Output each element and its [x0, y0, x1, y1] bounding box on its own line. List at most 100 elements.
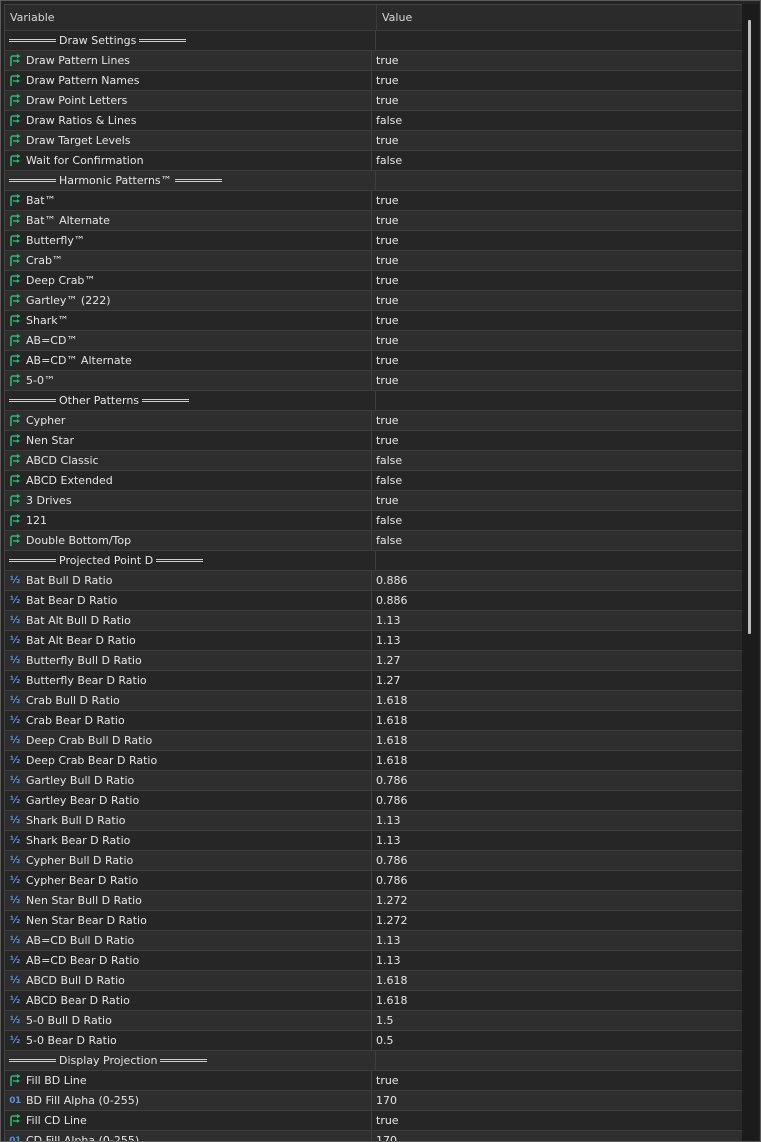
value-cell[interactable]: true	[372, 211, 742, 230]
input-row[interactable]: ½ Crab Bear D Ratio 1.618	[5, 711, 742, 731]
input-row[interactable]: ½ AB=CD Bear D Ratio 1.13	[5, 951, 742, 971]
input-row[interactable]: ½ Bat Alt Bear D Ratio 1.13	[5, 631, 742, 651]
value-cell[interactable]: true	[372, 491, 742, 510]
value-cell[interactable]: true	[372, 311, 742, 330]
input-row[interactable]: ½ Bat Bear D Ratio 0.886	[5, 591, 742, 611]
input-row[interactable]: Shark™ true	[5, 311, 742, 331]
value-cell[interactable]: 0.786	[372, 791, 742, 810]
input-row[interactable]: ½ Bat Alt Bull D Ratio 1.13	[5, 611, 742, 631]
value-cell[interactable]: 1.5	[372, 1011, 742, 1030]
input-row[interactable]: Draw Pattern Lines true	[5, 51, 742, 71]
value-cell[interactable]: true	[372, 371, 742, 390]
value-cell[interactable]: 1.618	[372, 971, 742, 990]
input-row[interactable]: Wait for Confirmation false	[5, 151, 742, 171]
column-header-value[interactable]: Value	[377, 5, 742, 30]
input-row[interactable]: 01 BD Fill Alpha (0-255) 170	[5, 1091, 742, 1111]
input-row[interactable]: Butterfly™ true	[5, 231, 742, 251]
input-row[interactable]: ½ Crab Bull D Ratio 1.618	[5, 691, 742, 711]
input-row[interactable]: ½ Shark Bull D Ratio 1.13	[5, 811, 742, 831]
value-cell[interactable]: 1.618	[372, 711, 742, 730]
value-cell[interactable]: 1.618	[372, 731, 742, 750]
input-row[interactable]: Nen Star true	[5, 431, 742, 451]
input-row[interactable]: Bat™ true	[5, 191, 742, 211]
value-cell[interactable]: true	[372, 411, 742, 430]
section-header-row[interactable]: Projected Point D	[5, 551, 742, 571]
value-cell[interactable]: false	[372, 451, 742, 470]
value-cell[interactable]: 1.13	[372, 951, 742, 970]
input-row[interactable]: 3 Drives true	[5, 491, 742, 511]
input-row[interactable]: ½ AB=CD Bull D Ratio 1.13	[5, 931, 742, 951]
value-cell[interactable]: true	[372, 191, 742, 210]
value-cell[interactable]: 1.272	[372, 891, 742, 910]
value-cell[interactable]: true	[372, 91, 742, 110]
value-cell[interactable]: false	[372, 151, 742, 170]
input-row[interactable]: Gartley™ (222) true	[5, 291, 742, 311]
input-row[interactable]: ½ Nen Star Bull D Ratio 1.272	[5, 891, 742, 911]
value-cell[interactable]: 1.27	[372, 671, 742, 690]
input-row[interactable]: ½ Nen Star Bear D Ratio 1.272	[5, 911, 742, 931]
input-row[interactable]: Draw Ratios & Lines false	[5, 111, 742, 131]
input-row[interactable]: ½ Deep Crab Bull D Ratio 1.618	[5, 731, 742, 751]
section-header-row[interactable]: Draw Settings	[5, 31, 742, 51]
value-cell[interactable]: 0.786	[372, 851, 742, 870]
input-row[interactable]: AB=CD™ Alternate true	[5, 351, 742, 371]
input-row[interactable]: ABCD Classic false	[5, 451, 742, 471]
input-row[interactable]: ½ 5-0 Bull D Ratio 1.5	[5, 1011, 742, 1031]
section-header-row[interactable]: Other Patterns	[5, 391, 742, 411]
value-cell[interactable]: 0.5	[372, 1031, 742, 1050]
input-row[interactable]: ½ Cypher Bull D Ratio 0.786	[5, 851, 742, 871]
value-cell[interactable]: true	[372, 271, 742, 290]
value-cell[interactable]: true	[372, 251, 742, 270]
vertical-scrollbar[interactable]	[742, 4, 759, 1141]
value-cell[interactable]: 1.272	[372, 911, 742, 930]
input-row[interactable]: Draw Pattern Names true	[5, 71, 742, 91]
value-cell[interactable]: 1.618	[372, 751, 742, 770]
input-row[interactable]: ½ 5-0 Bear D Ratio 0.5	[5, 1031, 742, 1051]
input-row[interactable]: Double Bottom/Top false	[5, 531, 742, 551]
value-cell[interactable]: true	[372, 131, 742, 150]
input-row[interactable]: 5-0™ true	[5, 371, 742, 391]
input-row[interactable]: ½ Gartley Bear D Ratio 0.786	[5, 791, 742, 811]
input-row[interactable]: ½ Gartley Bull D Ratio 0.786	[5, 771, 742, 791]
input-row[interactable]: Draw Point Letters true	[5, 91, 742, 111]
column-header-variable[interactable]: Variable	[5, 5, 377, 30]
value-cell[interactable]: 1.13	[372, 931, 742, 950]
input-row[interactable]: AB=CD™ true	[5, 331, 742, 351]
input-row[interactable]: ½ Bat Bull D Ratio 0.886	[5, 571, 742, 591]
value-cell[interactable]: 0.786	[372, 771, 742, 790]
value-cell[interactable]: true	[372, 331, 742, 350]
value-cell[interactable]: 170	[372, 1131, 742, 1141]
input-row[interactable]: Deep Crab™ true	[5, 271, 742, 291]
input-row[interactable]: ½ Deep Crab Bear D Ratio 1.618	[5, 751, 742, 771]
value-cell[interactable]: false	[372, 111, 742, 130]
input-row[interactable]: Bat™ Alternate true	[5, 211, 742, 231]
value-cell[interactable]: false	[372, 531, 742, 550]
value-cell[interactable]: 170	[372, 1091, 742, 1110]
value-cell[interactable]: true	[372, 51, 742, 70]
value-cell[interactable]: 1.13	[372, 631, 742, 650]
value-cell[interactable]: 1.13	[372, 611, 742, 630]
input-row[interactable]: Cypher true	[5, 411, 742, 431]
input-row[interactable]: 01 CD Fill Alpha (0-255) 170	[5, 1131, 742, 1141]
input-row[interactable]: ½ Butterfly Bear D Ratio 1.27	[5, 671, 742, 691]
input-row[interactable]: ½ ABCD Bull D Ratio 1.618	[5, 971, 742, 991]
value-cell[interactable]: 1.27	[372, 651, 742, 670]
input-row[interactable]: 121 false	[5, 511, 742, 531]
value-cell[interactable]: true	[372, 71, 742, 90]
input-row[interactable]: ABCD Extended false	[5, 471, 742, 491]
value-cell[interactable]: false	[372, 471, 742, 490]
input-row[interactable]: Draw Target Levels true	[5, 131, 742, 151]
value-cell[interactable]: 1.13	[372, 831, 742, 850]
input-row[interactable]: Crab™ true	[5, 251, 742, 271]
input-row[interactable]: ½ Shark Bear D Ratio 1.13	[5, 831, 742, 851]
value-cell[interactable]: 0.886	[372, 591, 742, 610]
value-cell[interactable]: true	[372, 1111, 742, 1130]
value-cell[interactable]: 0.786	[372, 871, 742, 890]
value-cell[interactable]: 1.618	[372, 991, 742, 1010]
value-cell[interactable]: true	[372, 431, 742, 450]
section-header-row[interactable]: Harmonic Patterns™	[5, 171, 742, 191]
value-cell[interactable]: 1.13	[372, 811, 742, 830]
input-row[interactable]: ½ Cypher Bear D Ratio 0.786	[5, 871, 742, 891]
input-row[interactable]: Fill BD Line true	[5, 1071, 742, 1091]
input-row[interactable]: Fill CD Line true	[5, 1111, 742, 1131]
